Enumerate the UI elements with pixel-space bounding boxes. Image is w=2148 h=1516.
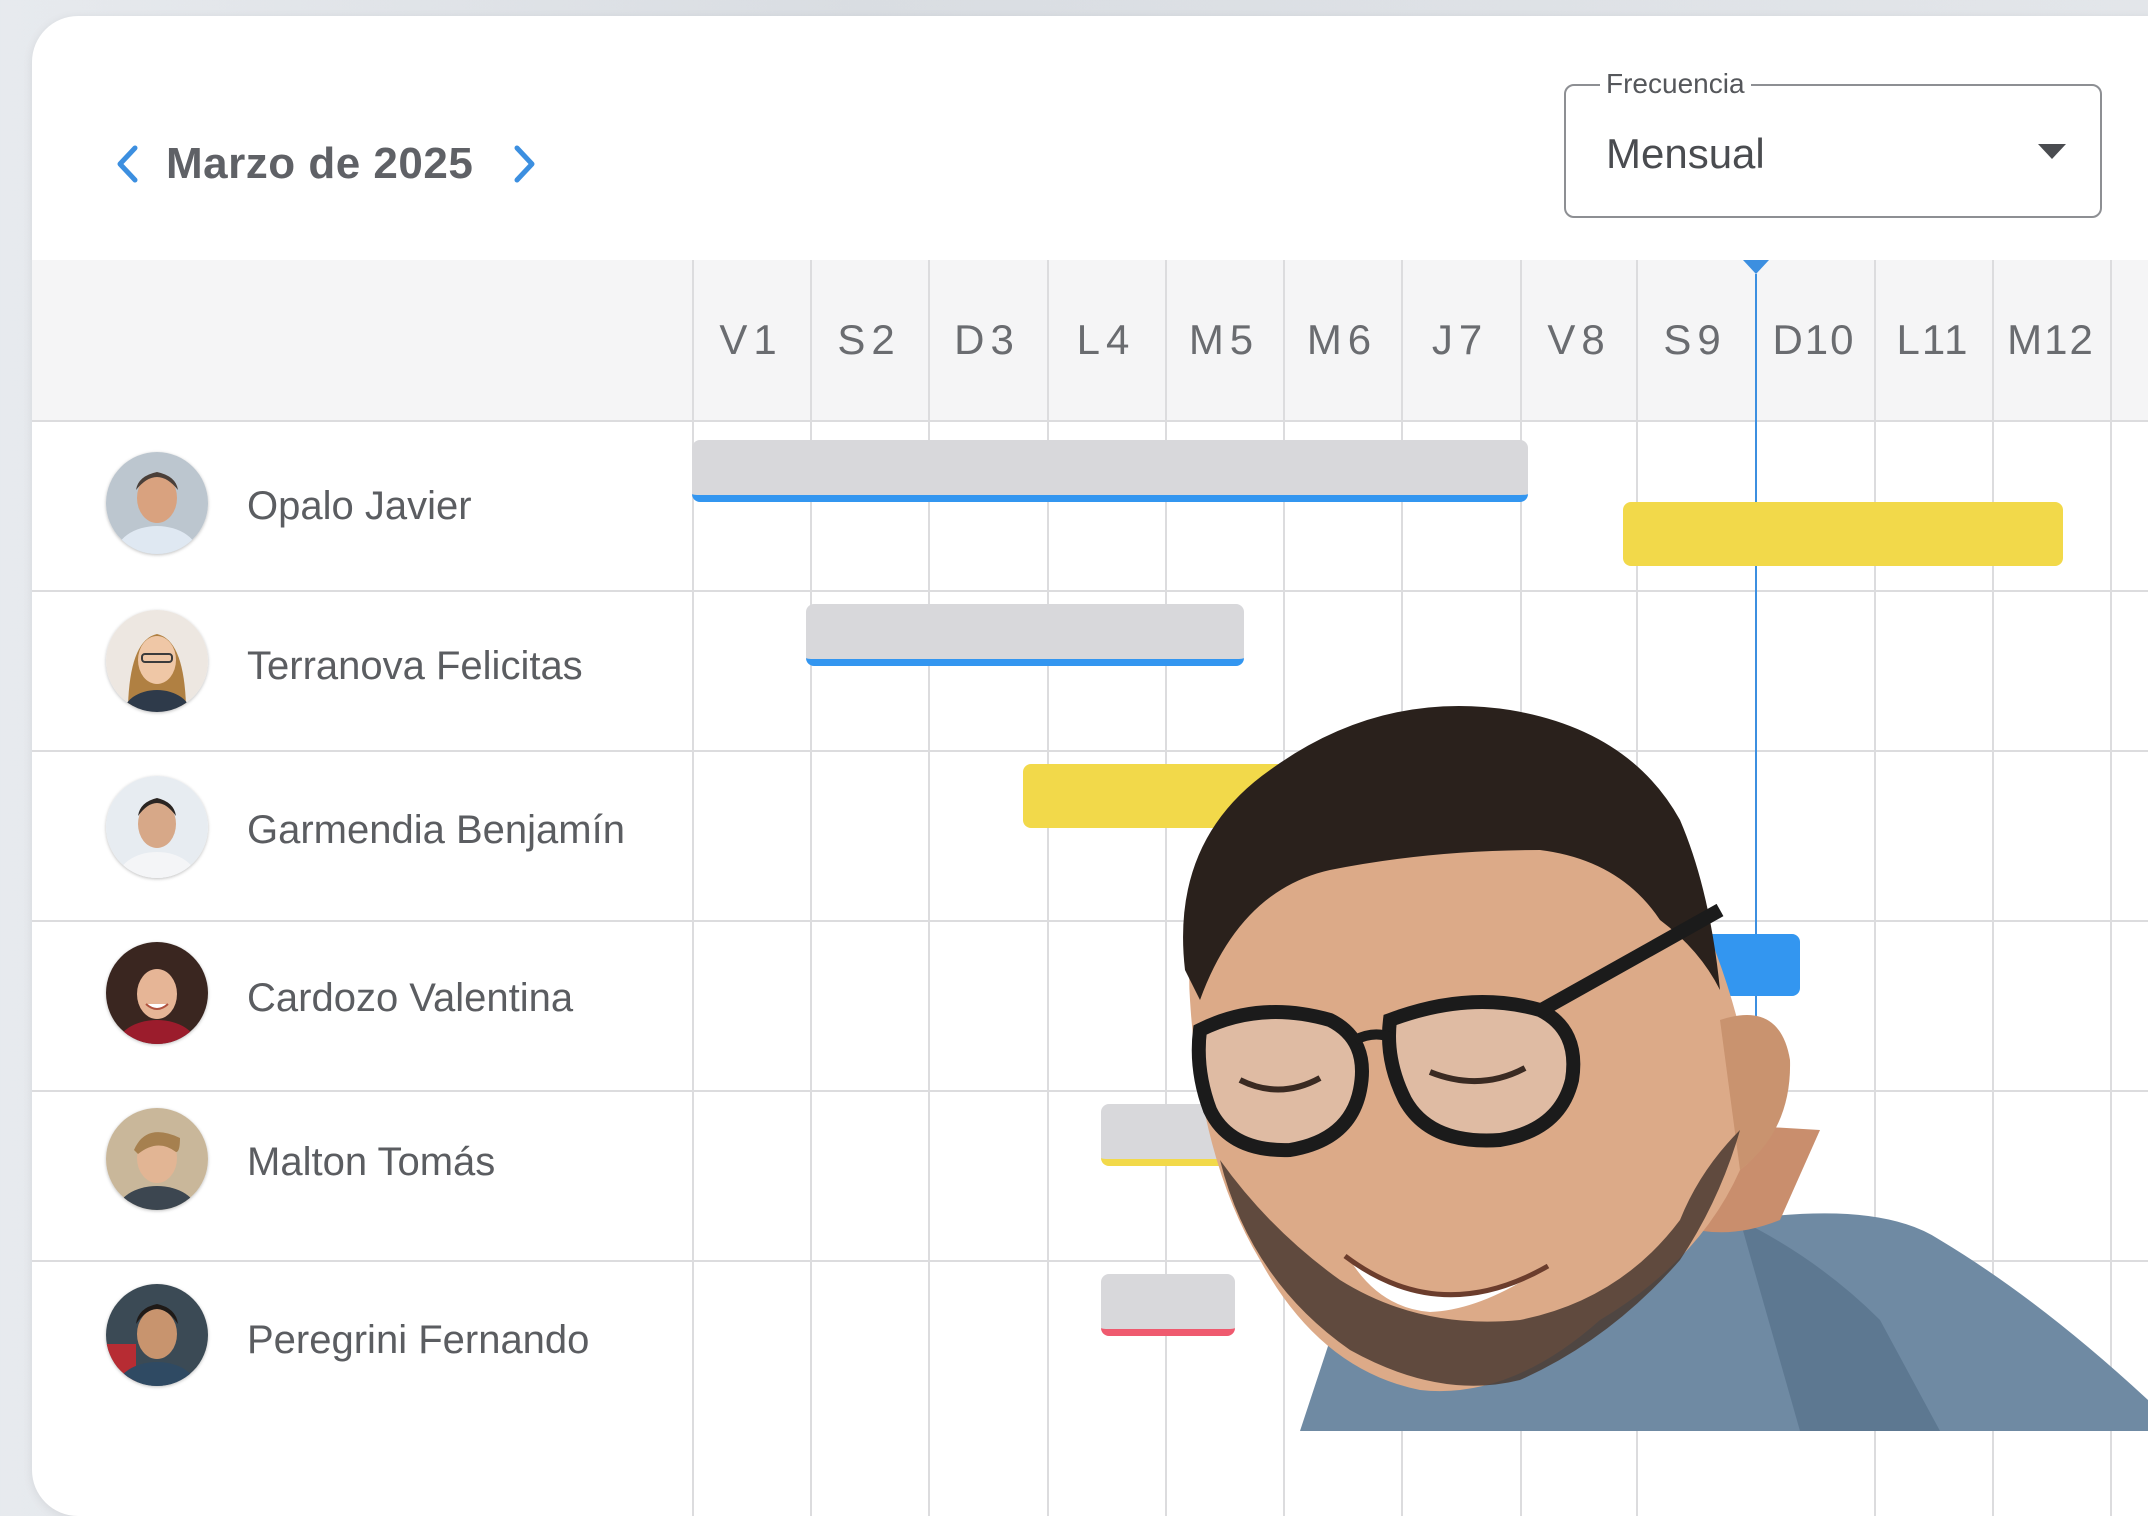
employee-row[interactable]: Opalo Javier [32,424,692,590]
day-header: M12 [2007,316,2095,363]
employee-name: Opalo Javier [247,484,472,528]
frequency-value: Mensual [1606,130,1765,177]
employee-row[interactable]: Peregrini Fernando [32,1260,692,1426]
chevron-right-icon [514,145,535,183]
day-header-today: D10 [1772,316,1856,363]
day-header: S9 [1663,316,1727,363]
employee-row[interactable]: Garmendia Benjamín [32,750,692,916]
today-marker-icon [1743,260,1769,274]
avatar [106,942,208,1044]
day-header: M5 [1188,316,1260,363]
day-header: S2 [837,316,901,363]
shift-bar[interactable] [806,604,1244,666]
day-header: J7 [1431,316,1489,363]
avatar [106,1108,208,1210]
day-header: M6 [1306,316,1378,363]
avatar [106,776,208,878]
smiling-man-photo [1183,706,2148,1431]
day-header: L11 [1896,316,1970,363]
chevron-left-icon [117,145,138,183]
employee-name: Peregrini Fernando [247,1318,590,1362]
month-title: Marzo de 2025 [166,139,474,188]
day-header: L4 [1076,316,1136,363]
employee-row[interactable]: Terranova Felicitas [32,590,692,756]
employee-name: Garmendia Benjamín [247,808,625,852]
avatar [106,610,208,712]
avatar [106,1284,208,1386]
shift-bar[interactable] [692,440,1528,502]
frequency-label: Frecuencia [1600,68,1751,100]
day-header: D3 [954,316,1020,363]
employee-row[interactable]: Cardozo Valentina [32,920,692,1086]
employee-name: Terranova Felicitas [247,644,583,688]
caret-down-icon [2038,144,2066,159]
previous-month-button[interactable] [106,134,150,194]
employee-row[interactable]: Malton Tomás [32,1090,692,1256]
next-month-button[interactable] [502,134,546,194]
shift-bar[interactable] [1623,502,2063,566]
avatar [106,452,208,554]
day-header: V1 [719,316,783,363]
employee-name: Cardozo Valentina [247,976,574,1020]
day-header: V8 [1547,316,1611,363]
schedule-toolbar: Marzo de 2025 Frecuencia Mensual [32,16,2148,260]
employee-name: Malton Tomás [247,1140,496,1184]
frequency-select[interactable]: Frecuencia Mensual [1564,68,2102,218]
